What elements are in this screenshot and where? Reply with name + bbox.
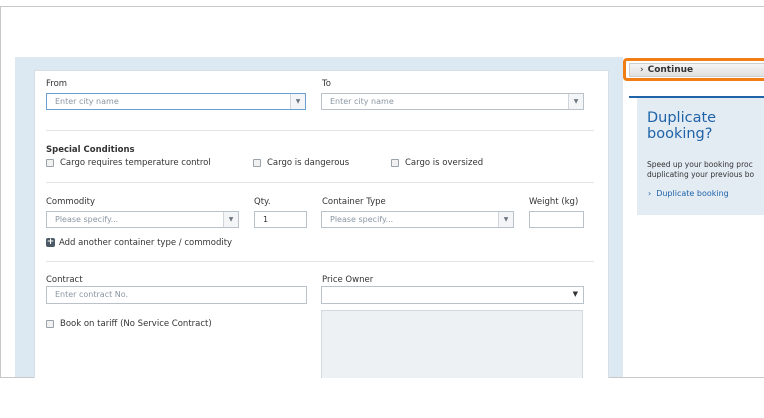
price-owner-select[interactable]: ▼	[321, 286, 584, 304]
oversized-cargo-label: Cargo is oversized	[405, 158, 484, 168]
weight-input[interactable]	[529, 211, 584, 228]
weight-label: Weight (kg)	[529, 197, 579, 207]
commodity-label: Commodity	[46, 197, 96, 207]
chevron-down-icon[interactable]: ▼	[498, 212, 513, 227]
qty-value: 1	[263, 215, 269, 224]
temperature-control-label: Cargo requires temperature control	[60, 158, 211, 168]
contract-input[interactable]: Enter contract No.	[46, 286, 307, 304]
to-city-placeholder: Enter city name	[330, 97, 394, 106]
commodity-select[interactable]: Please specify... ▼	[46, 211, 239, 228]
section-divider	[46, 182, 594, 183]
duplicate-text-line-2: duplicating your previous bo	[647, 170, 755, 179]
book-on-tariff-checkbox[interactable]	[46, 320, 54, 328]
container-type-select[interactable]: Please specify... ▼	[321, 211, 514, 228]
continue-button[interactable]: › Continue	[623, 58, 764, 81]
chevron-right-icon: ›	[648, 189, 652, 198]
from-city-placeholder: Enter city name	[55, 97, 119, 106]
to-label: To	[322, 79, 331, 89]
contract-placeholder: Enter contract No.	[55, 290, 129, 299]
temperature-control-checkbox[interactable]	[46, 159, 54, 167]
duplicate-booking-text: Speed up your booking proc duplicating y…	[647, 160, 764, 180]
dangerous-cargo-checkbox[interactable]	[253, 159, 261, 167]
container-type-placeholder: Please specify...	[330, 215, 394, 224]
from-label: From	[46, 79, 68, 89]
price-owner-label: Price Owner	[322, 275, 374, 285]
qty-label: Qty.	[254, 197, 271, 207]
section-divider	[46, 130, 594, 131]
plus-icon[interactable]: +	[46, 238, 55, 247]
qty-input[interactable]: 1	[254, 211, 307, 228]
special-conditions-title: Special Conditions	[46, 145, 135, 155]
duplicate-booking-title: Duplicate booking?	[647, 110, 717, 142]
duplicate-text-line-1: Speed up your booking proc	[647, 160, 753, 169]
contract-label: Contract	[46, 275, 83, 285]
chevron-down-icon[interactable]: ▼	[290, 94, 305, 109]
chevron-down-icon[interactable]: ▼	[568, 94, 583, 109]
commodity-placeholder: Please specify...	[55, 215, 119, 224]
from-city-field[interactable]: Enter city name ▼	[46, 93, 306, 110]
book-on-tariff-label: Book on tariff (No Service Contract)	[60, 319, 212, 329]
section-divider	[46, 261, 594, 262]
duplicate-booking-link[interactable]: › Duplicate booking	[648, 189, 729, 198]
chevron-right-icon: ›	[640, 65, 644, 75]
container-type-label: Container Type	[322, 197, 386, 207]
continue-label: Continue	[647, 65, 694, 75]
oversized-cargo-checkbox[interactable]	[391, 159, 399, 167]
chevron-down-icon[interactable]: ▼	[223, 212, 238, 227]
dangerous-cargo-label: Cargo is dangerous	[267, 158, 350, 168]
duplicate-booking-link-label: Duplicate booking	[656, 189, 729, 198]
add-container-link[interactable]: Add another container type / commodity	[59, 238, 232, 248]
price-owner-details-area[interactable]	[321, 310, 583, 378]
to-city-field[interactable]: Enter city name ▼	[321, 93, 584, 110]
dropdown-arrow-icon[interactable]: ▼	[573, 287, 578, 302]
